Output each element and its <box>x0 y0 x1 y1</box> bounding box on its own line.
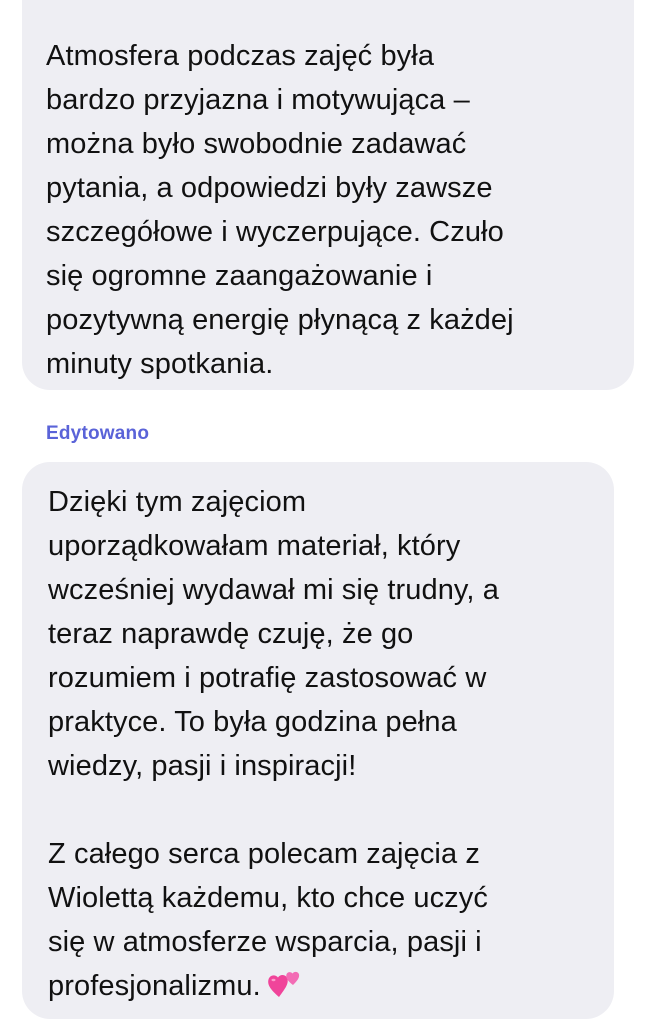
message-text-line: się w atmosferze wsparcia, pasji i <box>48 926 482 958</box>
message-text-line: praktyce. To była godzina pełna <box>48 706 457 738</box>
message-text-line: szczegółowe i wyczerpujące. Czuło <box>46 216 504 248</box>
message-text-line: Wiolettą każdemu, kto chce uczyć <box>48 882 488 914</box>
two-hearts-icon <box>267 968 301 1012</box>
message-bubble-2[interactable]: Dzięki tym zajęciom uporządkowałam mater… <box>22 462 614 1019</box>
message-text-line: uporządkowałam materiał, który <box>48 530 461 562</box>
message-text-line: wcześniej wydawał mi się trudny, a <box>48 574 499 606</box>
message-text-line: Atmosfera podczas zajęć była <box>46 40 435 72</box>
message-text-line: minuty spotkania. <box>46 348 274 380</box>
message-text-line: rozumiem i potrafię zastosować w <box>48 662 487 694</box>
message-text-line: się ogromne zaangażowanie i <box>46 260 433 292</box>
edited-label[interactable]: Edytowano <box>46 423 149 445</box>
message-text-line: Dzięki tym zajęciom <box>48 486 307 518</box>
message-text-fragment: profesjonalizmu. <box>48 970 261 1002</box>
message-text-line: bardzo przyjazna i motywująca – <box>46 84 470 116</box>
message-text-line: Z całego serca polecam zajęcia z <box>48 838 480 870</box>
message-text-line: można było swobodnie zadawać <box>46 128 467 160</box>
message-text-line: teraz naprawdę czuję, że go <box>48 618 414 650</box>
message-text-line: pytania, a odpowiedzi były zawsze <box>46 172 493 204</box>
message-text-line: pozytywną energię płynącą z każdej <box>46 304 514 336</box>
message-text-line: wiedzy, pasji i inspiracji! <box>48 750 357 782</box>
message-bubble-1[interactable]: Atmosfera podczas zajęć była bardzo przy… <box>22 0 634 390</box>
message-text-line-last: profesjonalizmu. <box>48 964 596 1012</box>
